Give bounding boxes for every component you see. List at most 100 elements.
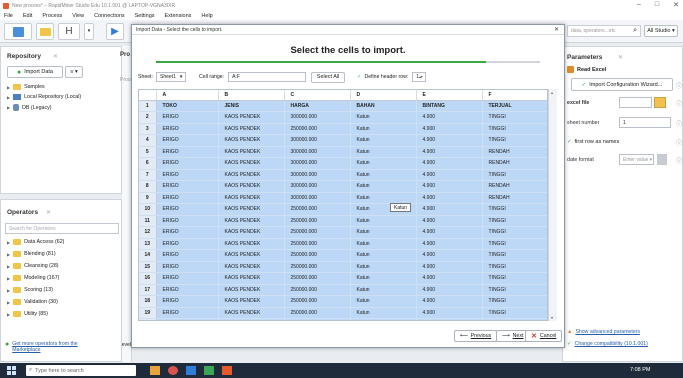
- grid-cell[interactable]: KAOS PENDEK: [218, 272, 285, 285]
- grid-cell[interactable]: KAOS PENDEK: [218, 157, 285, 170]
- grid-cell[interactable]: 4.900: [416, 272, 483, 285]
- row-number[interactable]: 16: [139, 272, 157, 285]
- operator-group-modeling[interactable]: ▶ Modeling (167): [7, 275, 59, 281]
- browser-icon[interactable]: [168, 366, 178, 375]
- grid-cell[interactable]: 4.900: [416, 111, 483, 124]
- grid-cell[interactable]: 4.900: [416, 192, 483, 204]
- grid-cell[interactable]: 4.900: [416, 284, 483, 296]
- grid-cell[interactable]: Katun: [350, 111, 417, 124]
- column-header[interactable]: C: [284, 90, 351, 101]
- grid-cell[interactable]: RENDAH: [482, 192, 547, 204]
- help-icon[interactable]: ⓘ: [676, 156, 682, 165]
- grid-scrollbar[interactable]: ▴ ▾: [548, 89, 557, 321]
- grid-cell[interactable]: ERIGO: [156, 272, 219, 285]
- grid-cell[interactable]: KAOS PENDEK: [218, 215, 285, 227]
- row-number[interactable]: 11: [139, 215, 157, 227]
- grid-cell[interactable]: TINGGI: [482, 249, 547, 262]
- grid-cell[interactable]: 250000.000: [284, 238, 351, 250]
- grid-cell[interactable]: Katun: [350, 307, 417, 319]
- new-process-button[interactable]: [4, 23, 32, 40]
- grid-cell[interactable]: ERIGO: [156, 295, 219, 308]
- row-number[interactable]: 4: [139, 134, 157, 147]
- scroll-up-icon[interactable]: ▴: [551, 90, 553, 95]
- grid-cell[interactable]: ERIGO: [156, 215, 219, 227]
- choose-file-button[interactable]: [654, 97, 666, 108]
- row-number[interactable]: 20: [139, 318, 157, 320]
- close-panel-icon[interactable]: ✕: [53, 53, 58, 60]
- grid-cell[interactable]: ERIGO: [156, 238, 219, 250]
- taskbar-search-input[interactable]: ⌕ Type here to search: [26, 365, 136, 376]
- grid-cell[interactable]: 4.900: [416, 307, 483, 319]
- menu-help[interactable]: Help: [201, 13, 212, 19]
- select-all-button[interactable]: Select All: [311, 71, 346, 83]
- grid-cell[interactable]: Katun: [350, 146, 417, 158]
- grid-cell[interactable]: 250000.000: [284, 203, 351, 216]
- grid-cell[interactable]: 250000.000: [284, 261, 351, 273]
- grid-cell[interactable]: 300000.000: [284, 169, 351, 181]
- grid-cell[interactable]: Katun: [350, 123, 417, 135]
- grid-cell[interactable]: Katun: [350, 134, 417, 147]
- grid-cell[interactable]: ERIGO: [156, 192, 219, 204]
- menu-extensions[interactable]: Extensions: [165, 13, 192, 19]
- menu-view[interactable]: View: [72, 13, 84, 19]
- operator-group-data-access[interactable]: ▶ Data Access (62): [7, 239, 64, 245]
- menu-file[interactable]: File: [4, 13, 13, 19]
- grid-cell[interactable]: 250000.000: [284, 215, 351, 227]
- grid-cell[interactable]: Katun: [350, 238, 417, 250]
- grid-cell[interactable]: 4.900: [416, 203, 483, 216]
- grid-cell[interactable]: Katun: [350, 261, 417, 273]
- grid-cell[interactable]: KAOS PENDEK: [218, 134, 285, 147]
- save-dropdown[interactable]: ▾: [84, 23, 94, 40]
- grid-cell[interactable]: 250000.000: [284, 123, 351, 135]
- grid-cell[interactable]: KAOS PENDEK: [218, 111, 285, 124]
- row-number[interactable]: 2: [139, 111, 157, 124]
- grid-cell[interactable]: KAOS PENDEK: [218, 307, 285, 319]
- sheet-select[interactable]: Sheet1 ▾: [156, 72, 186, 82]
- grid-cell[interactable]: Katun: [350, 272, 417, 285]
- scroll-down-icon[interactable]: ▾: [551, 315, 553, 320]
- menu-settings[interactable]: Settings: [135, 13, 155, 19]
- global-search-input[interactable]: data, operators...etc ⌕: [567, 25, 641, 37]
- grid-cell[interactable]: TINGGI: [482, 261, 547, 273]
- cancel-button[interactable]: ✕ Cancel: [525, 330, 563, 342]
- grid-cell[interactable]: TINGGI: [482, 272, 547, 285]
- grid-cell[interactable]: RENDAH: [482, 180, 547, 193]
- grid-cell[interactable]: 4.900: [416, 215, 483, 227]
- grid-cell[interactable]: 4.900: [416, 295, 483, 308]
- grid-cell[interactable]: ERIGO: [156, 169, 219, 181]
- grid-cell[interactable]: ERIGO: [156, 123, 219, 135]
- file-explorer-icon[interactable]: [150, 366, 160, 375]
- close-window-button[interactable]: ✕: [673, 1, 679, 9]
- grid-cell[interactable]: KAOS PENDEK: [218, 295, 285, 308]
- grid-cell[interactable]: 4.900: [416, 180, 483, 193]
- row-number[interactable]: 19: [139, 307, 157, 319]
- row-number[interactable]: 13: [139, 238, 157, 250]
- grid-cell[interactable]: TINGGI: [482, 238, 547, 250]
- row-number[interactable]: 9: [139, 192, 157, 204]
- menu-edit[interactable]: Edit: [23, 13, 32, 19]
- grid-cell[interactable]: KAOS PENDEK: [218, 169, 285, 181]
- grid-cell[interactable]: ERIGO: [156, 111, 219, 124]
- run-button[interactable]: ▶: [106, 23, 124, 40]
- grid-cell[interactable]: ERIGO: [156, 134, 219, 147]
- excel-file-input[interactable]: [619, 97, 652, 108]
- grid-cell[interactable]: 300000.000: [284, 157, 351, 170]
- tree-item-local-repository[interactable]: ▶ Local Repository (Local): [7, 94, 81, 100]
- grid-cell[interactable]: 250000.000: [284, 272, 351, 285]
- close-panel-icon[interactable]: ✕: [46, 209, 51, 216]
- grid-cell[interactable]: 4.900: [416, 226, 483, 239]
- grid-cell[interactable]: JENIS: [218, 100, 285, 112]
- grid-cell[interactable]: 250000.000: [284, 307, 351, 319]
- grid-cell[interactable]: 300000.000: [284, 134, 351, 147]
- import-configuration-wizard-button[interactable]: ✓ Import Configuration Wizard...: [571, 78, 673, 91]
- operator-group-utility[interactable]: ▶ Utility (85): [7, 311, 48, 317]
- grid-cell[interactable]: KAOS PENDEK: [218, 203, 285, 216]
- row-number[interactable]: 12: [139, 226, 157, 239]
- row-number[interactable]: 18: [139, 295, 157, 308]
- grid-cell[interactable]: 300000.000: [284, 146, 351, 158]
- row-number[interactable]: 6: [139, 157, 157, 170]
- grid-cell[interactable]: TOKO: [156, 100, 219, 112]
- cell-range-input[interactable]: A:F: [228, 72, 307, 82]
- grid-cell[interactable]: TINGGI: [482, 318, 547, 320]
- help-icon[interactable]: ⓘ: [676, 138, 682, 147]
